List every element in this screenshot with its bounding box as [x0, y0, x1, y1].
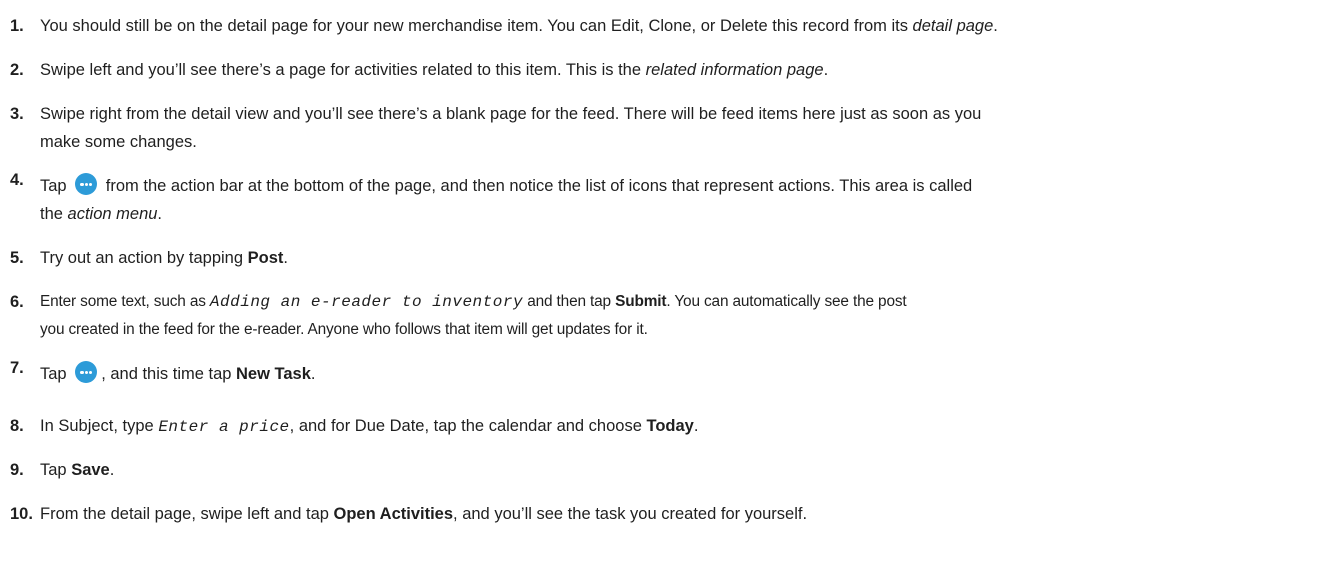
- text-run: Swipe right from the detail view and you…: [40, 105, 982, 123]
- ui-term: Save: [71, 461, 110, 479]
- ui-term: Submit: [615, 293, 667, 310]
- step-text: From the detail page, swipe left and tap…: [40, 500, 1315, 528]
- text-run: .: [310, 365, 316, 383]
- text-run: Enter some text, such as: [40, 293, 210, 310]
- more-actions-icon: [75, 361, 98, 383]
- step-number: 5.: [10, 249, 24, 267]
- ui-term: Post: [247, 249, 284, 267]
- text-run: .: [157, 205, 163, 223]
- step-text: Enter some text, such as Adding an e-rea…: [40, 288, 1315, 344]
- text-run: From the detail page, swipe left and tap: [40, 505, 334, 523]
- text-run: , and this time tap: [101, 365, 237, 383]
- text-run: .: [693, 417, 699, 435]
- step-text: Tap , and this time tap New Task.: [40, 360, 1315, 388]
- text-run: . You can automatically see the post: [666, 293, 907, 310]
- step-text: Try out an action by tapping Post.: [40, 244, 1315, 272]
- text-run: .: [993, 17, 998, 35]
- step-text: Swipe right from the detail view and you…: [40, 100, 1315, 156]
- ui-term: New Task: [236, 365, 311, 383]
- defined-term: action menu: [67, 205, 158, 223]
- text-run: Tap: [40, 461, 72, 479]
- more-actions-icon: [75, 173, 98, 195]
- example-input: Adding an e-reader to inventory: [209, 293, 524, 311]
- text-run: Try out an action by tapping: [40, 249, 248, 267]
- defined-term: related information page: [645, 61, 824, 79]
- example-input: Enter a price: [158, 418, 290, 436]
- step-text: Tap from the action bar at the bottom of…: [40, 172, 1315, 228]
- text-run: you created in the feed for the e-reader…: [40, 321, 648, 338]
- step-number: 4.: [10, 171, 24, 189]
- step-text: You should still be on the detail page f…: [40, 12, 1315, 40]
- text-run: Tap: [40, 177, 72, 195]
- text-run: the: [40, 205, 68, 223]
- step-number: 1.: [10, 17, 24, 35]
- step-number: 2.: [10, 61, 24, 79]
- step-number: 3.: [10, 105, 24, 123]
- text-run: .: [823, 61, 829, 79]
- ui-term: Open Activities: [333, 505, 454, 523]
- step-number: 9.: [10, 461, 24, 479]
- text-run: , and for Due Date, tap the calendar and…: [289, 417, 647, 435]
- text-run: You should still be on the detail page f…: [40, 17, 913, 35]
- step-number: 6.: [10, 293, 24, 311]
- step-number: 7.: [10, 359, 24, 377]
- step-number: 8.: [10, 417, 24, 435]
- text-run: from the action bar at the bottom of the…: [101, 177, 973, 195]
- ui-term: Today: [646, 417, 694, 435]
- step-text: In Subject, type Enter a price, and for …: [40, 412, 1315, 441]
- text-run: make some changes.: [40, 133, 197, 151]
- text-run: .: [109, 461, 115, 479]
- text-run: , and you’ll see the task you created fo…: [453, 505, 808, 523]
- step-text: Tap Save.: [40, 456, 1315, 484]
- text-run: Swipe left and you’ll see there’s a page…: [40, 61, 646, 79]
- text-run: Tap: [40, 365, 72, 383]
- defined-term: detail page: [912, 17, 994, 35]
- text-run: and then tap: [523, 293, 616, 310]
- step-number: 10.: [10, 505, 33, 523]
- text-run: In Subject, type: [40, 417, 159, 435]
- text-run: .: [283, 249, 288, 267]
- step-text: Swipe left and you’ll see there’s a page…: [40, 56, 1315, 84]
